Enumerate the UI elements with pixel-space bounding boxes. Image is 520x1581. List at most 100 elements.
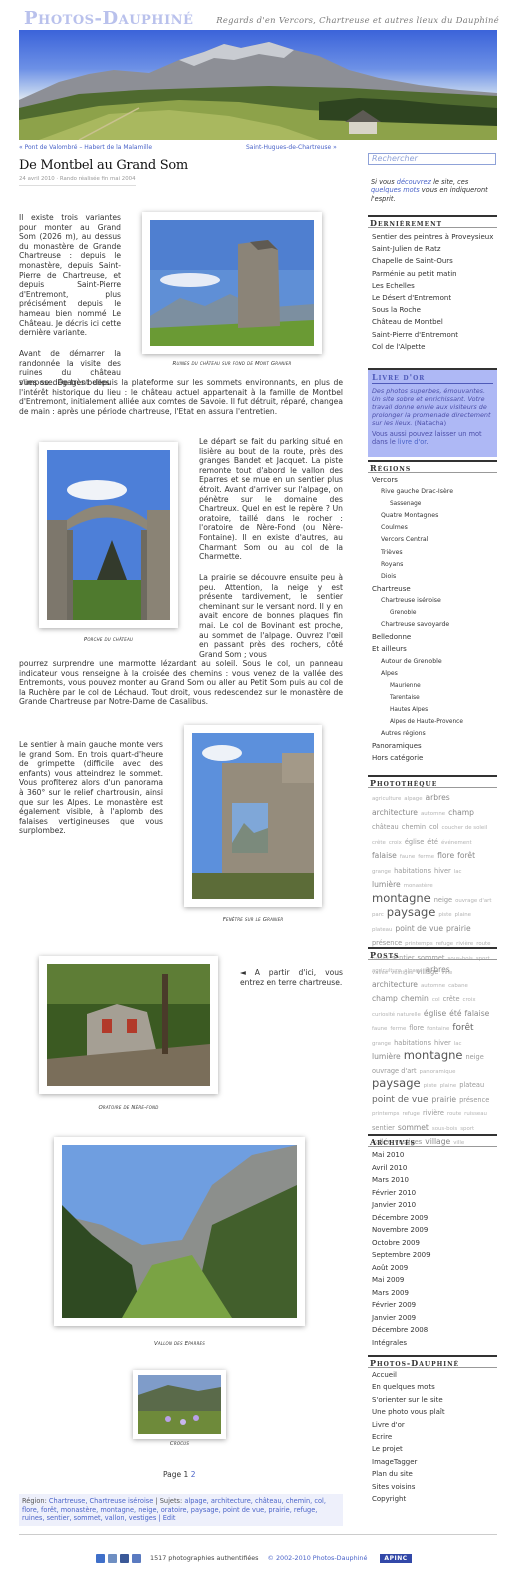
photo-window-granier[interactable]: [184, 725, 322, 907]
tag-habitations[interactable]: habitations: [394, 866, 431, 877]
photo-oratory[interactable]: [39, 956, 218, 1094]
tag-point-de-vue[interactable]: point de vue: [395, 924, 443, 935]
archive-link-novembre-2009[interactable]: Novembre 2009: [372, 1224, 496, 1237]
tag-prairie[interactable]: prairie: [446, 924, 471, 935]
facebook-icon[interactable]: [120, 1553, 129, 1563]
region-link-autour-de-grenoble[interactable]: Autour de Grenoble: [372, 656, 496, 668]
region-link-autres-regions[interactable]: Autres régions: [372, 728, 496, 740]
archive-link-fevrier-2010[interactable]: Février 2010: [372, 1187, 496, 1200]
tag-curiosite-naturelle[interactable]: curiosité naturelle: [372, 1010, 421, 1021]
region-link-chartreuse-savoyarde[interactable]: Chartreuse savoyarde: [372, 619, 496, 631]
site-link-plan-du-site[interactable]: Plan du site: [372, 1468, 496, 1480]
tag-lac[interactable]: lac: [454, 867, 462, 878]
region-link-rive-gauche-drac-isere[interactable]: Rive gauche Drac-Isère: [372, 486, 496, 498]
tag-falaise[interactable]: falaise: [465, 1009, 490, 1020]
tag-champ[interactable]: champ: [372, 994, 398, 1005]
tag-arbres[interactable]: arbres: [426, 965, 450, 976]
tag-faune[interactable]: faune: [400, 852, 415, 863]
region-link-quatre-montagnes[interactable]: Quatre Montagnes: [372, 510, 496, 522]
pager-link-2[interactable]: 2: [191, 1470, 196, 1479]
site-link-une-photo-vous-plait[interactable]: Une photo vous plaît: [372, 1406, 496, 1418]
region-link-sassenage[interactable]: Sassenage: [372, 498, 496, 510]
tag-architecture[interactable]: architecture: [372, 808, 418, 819]
region-link-et-ailleurs[interactable]: Et ailleurs: [372, 643, 496, 655]
recent-post-link-les-echelles[interactable]: Les Echelles: [372, 280, 496, 292]
tag-alpage[interactable]: alpage: [404, 794, 422, 805]
recent-post-link-le-desert-d-entremont[interactable]: Le Désert d'Entremont: [372, 292, 496, 304]
next-post-link[interactable]: Saint-Hugues-de-Chartreuse »: [246, 144, 337, 151]
tag-croix[interactable]: croix: [389, 838, 402, 849]
archive-link-janvier-2010[interactable]: Janvier 2010: [372, 1199, 496, 1212]
tag-lumiere[interactable]: lumière: [372, 880, 401, 891]
tag-plaine[interactable]: plaine: [455, 910, 471, 921]
tag-col[interactable]: col: [432, 995, 440, 1006]
region-link-alpes-de-haute-provence[interactable]: Alpes de Haute-Provence: [372, 716, 496, 728]
tag-falaise[interactable]: falaise: [372, 851, 397, 862]
edit-link[interactable]: | Edit: [158, 1514, 175, 1522]
intro-link-quelques-mots[interactable]: quelques mots: [371, 186, 420, 194]
site-link-s-orienter-sur-le-site[interactable]: S'orienter sur le site: [372, 1394, 496, 1406]
tag-eglise[interactable]: église: [424, 1009, 446, 1020]
region-links[interactable]: Chartreuse, Chartreuse iséroise: [49, 1497, 153, 1505]
archive-link-avril-2010[interactable]: Avril 2010: [372, 1162, 496, 1175]
tag-montagne[interactable]: montagne: [372, 892, 431, 904]
tag-sous-bois[interactable]: sous-bois: [432, 1124, 457, 1135]
tag-crete[interactable]: crête: [372, 838, 386, 849]
region-link-royans[interactable]: Royans: [372, 559, 496, 571]
apinc-badge[interactable]: APINC: [380, 1553, 412, 1563]
region-link-coulmes[interactable]: Coulmes: [372, 522, 496, 534]
recent-post-link-chapelle-de-saint-ours[interactable]: Chapelle de Saint-Ours: [372, 255, 496, 267]
guestbook-link[interactable]: livre d'or: [398, 438, 426, 446]
tag-ruisseau[interactable]: ruisseau: [464, 1109, 487, 1120]
photo-vallon-eparres[interactable]: [54, 1137, 305, 1326]
recent-post-link-col-de-l-alpette[interactable]: Col de l'Alpette: [372, 341, 496, 353]
tag-automne[interactable]: automne: [421, 809, 445, 820]
tag-piste[interactable]: piste: [438, 910, 451, 921]
tag-chateau[interactable]: château: [372, 822, 399, 833]
recent-post-link-sous-la-roche[interactable]: Sous la Roche: [372, 304, 496, 316]
tag-plaine[interactable]: plaine: [440, 1081, 456, 1092]
tag-agriculture[interactable]: agriculture: [372, 794, 401, 805]
tag-flore[interactable]: flore: [409, 1023, 424, 1034]
tag-chemin[interactable]: chemin: [401, 994, 429, 1005]
tag-croix[interactable]: croix: [463, 995, 476, 1006]
tag-champ[interactable]: champ: [448, 808, 474, 819]
tag-neige[interactable]: neige: [465, 1052, 483, 1063]
share-icon[interactable]: [132, 1553, 141, 1563]
tag-coucher-de-soleil[interactable]: coucher de soleil: [442, 823, 488, 834]
site-link-ecrire[interactable]: Ecrire: [372, 1431, 496, 1443]
photo-ruins[interactable]: [142, 212, 322, 354]
tag-chemin[interactable]: chemin: [402, 822, 426, 833]
region-link-trieves[interactable]: Trièves: [372, 547, 496, 559]
site-title[interactable]: Photos-Dauphiné: [24, 8, 193, 29]
tag-eglise[interactable]: église: [405, 837, 424, 848]
recent-post-link-saint-pierre-d-entremont[interactable]: Saint-Pierre d'Entremont: [372, 329, 496, 341]
tag-refuge[interactable]: refuge: [402, 1109, 419, 1120]
region-link-hors-categorie[interactable]: Hors catégorie: [372, 752, 496, 764]
region-link-vercors[interactable]: Vercors: [372, 474, 496, 486]
tag-grange[interactable]: grange: [372, 1039, 391, 1050]
region-link-alpes[interactable]: Alpes: [372, 668, 496, 680]
tag-evenement[interactable]: événement: [441, 838, 472, 849]
intro-link-decouvrez[interactable]: découvrez: [397, 178, 431, 186]
tag-foret[interactable]: forêt: [452, 1023, 473, 1034]
tag-sport[interactable]: sport: [460, 1124, 474, 1135]
archive-link-integrales[interactable]: Intégrales: [372, 1337, 496, 1350]
site-link-imagetagger[interactable]: ImageTagger: [372, 1456, 496, 1468]
tag-ferme[interactable]: ferme: [418, 852, 434, 863]
tag-lumiere[interactable]: lumière: [372, 1052, 401, 1063]
archive-link-mars-2010[interactable]: Mars 2010: [372, 1174, 496, 1187]
tag-plateau[interactable]: plateau: [459, 1080, 484, 1091]
archive-link-decembre-2008[interactable]: Décembre 2008: [372, 1324, 496, 1337]
tag-flore[interactable]: flore: [437, 851, 454, 862]
region-link-belledonne[interactable]: Belledonne: [372, 631, 496, 643]
region-link-diois[interactable]: Diois: [372, 571, 496, 583]
region-link-tarentaise[interactable]: Tarentaise: [372, 692, 496, 704]
tag-grange[interactable]: grange: [372, 867, 391, 878]
site-link-sites-voisins[interactable]: Sites voisins: [372, 1481, 496, 1493]
archive-link-octobre-2009[interactable]: Octobre 2009: [372, 1237, 496, 1250]
email-icon[interactable]: [108, 1553, 117, 1563]
site-link-le-projet[interactable]: Le projet: [372, 1443, 496, 1455]
recent-post-link-parmenie-au-petit-matin[interactable]: Parménie au petit matin: [372, 268, 496, 280]
archive-link-aout-2009[interactable]: Août 2009: [372, 1262, 496, 1275]
